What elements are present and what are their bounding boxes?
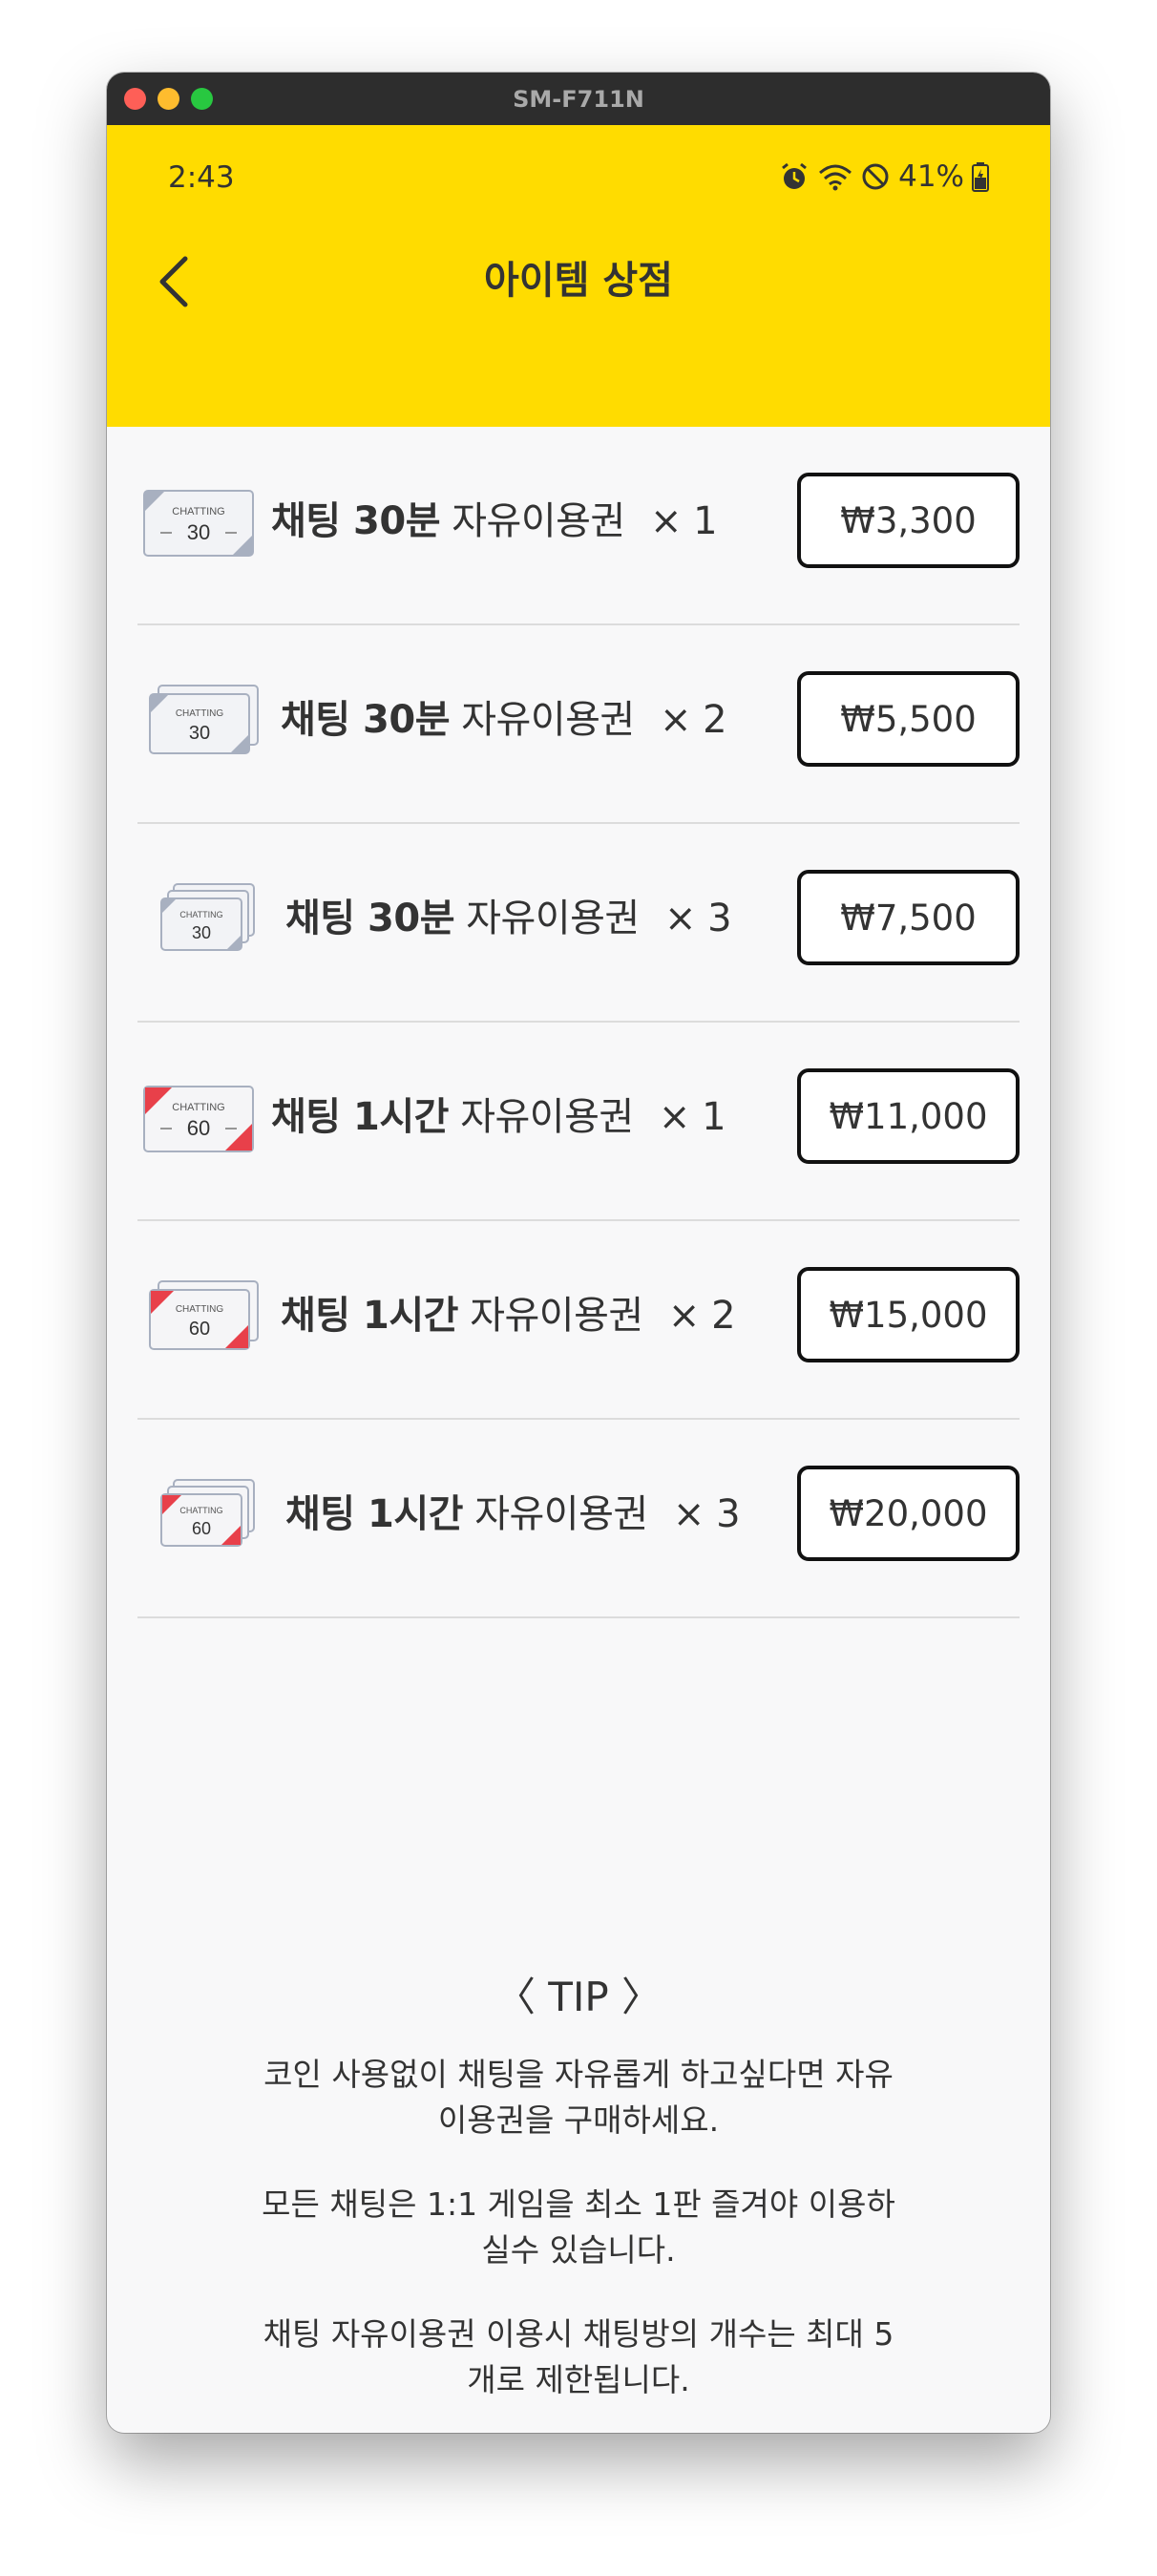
window-titlebar: SM-F711N xyxy=(107,73,1050,125)
ticket-icon: CHATTING 30 xyxy=(143,490,254,557)
do-not-disturb-icon xyxy=(862,163,889,190)
list-item: CHATTING 60 채팅 1시간 자유이용권 × 3 ₩20,000 xyxy=(137,1420,1020,1618)
item-quantity: × 2 xyxy=(667,1294,736,1338)
page-title: 아이템 상점 xyxy=(484,259,673,303)
item-name: 채팅 30분 자유이용권 × 3 xyxy=(285,887,732,942)
tip-section: 〈 TIP 〉 코인 사용없이 채팅을 자유롭게 하고싶다면 자유이용권을 구매… xyxy=(107,1965,1050,2433)
alarm-icon xyxy=(782,162,808,189)
ticket-number: 30 xyxy=(189,723,210,744)
list-item: CHATTING 30 채팅 30분 자유이용권 × 1 ₩3,300 xyxy=(137,427,1020,625)
ticket-label: CHATTING xyxy=(172,1102,224,1113)
item-quantity: × 1 xyxy=(649,499,718,543)
device-window: SM-F711N 2:43 41% 아이템 상점 CHATTING 30 채팅 … xyxy=(107,73,1050,2433)
list-item: CHATTING 30 채팅 30분 자유이용권 × 2 ₩5,500 xyxy=(137,625,1020,824)
ticket-icon: CHATTING 60 xyxy=(143,1086,254,1152)
item-name-bold: 채팅 1시간 xyxy=(285,1492,463,1536)
buy-button[interactable]: ₩11,000 xyxy=(797,1068,1020,1164)
item-name: 채팅 1시간 자유이용권 × 3 xyxy=(285,1483,741,1538)
ticket-icon: CHATTING 30 xyxy=(160,883,255,951)
buy-button[interactable]: ₩5,500 xyxy=(797,671,1020,767)
ticket-number: 60 xyxy=(187,1116,210,1140)
item-quantity: × 3 xyxy=(663,897,732,940)
item-quantity: × 3 xyxy=(672,1492,741,1536)
buy-button[interactable]: ₩7,500 xyxy=(797,870,1020,965)
ticket-icon: CHATTING 30 xyxy=(149,685,259,754)
item-name-rest: 자유이용권 xyxy=(466,897,640,940)
item-name: 채팅 1시간 자유이용권 × 1 xyxy=(271,1086,726,1141)
list-item: CHATTING 60 채팅 1시간 자유이용권 × 2 ₩15,000 xyxy=(137,1221,1020,1420)
ticket-label: CHATTING xyxy=(172,506,224,517)
item-name-bold: 채팅 30분 xyxy=(281,698,451,742)
tip-title: 〈 TIP 〉 xyxy=(494,1974,663,2020)
battery-percentage: 41% xyxy=(898,159,964,194)
ticket-label: CHATTING xyxy=(179,1506,222,1515)
item-name-bold: 채팅 30분 xyxy=(271,499,441,543)
tip-paragraph: 모든 채팅은 1:1 게임을 최소 1판 즐겨야 이용하실수 있습니다. xyxy=(262,2185,895,2269)
app-header: 2:43 41% 아이템 상점 xyxy=(107,125,1050,427)
buy-button[interactable]: ₩3,300 xyxy=(797,473,1020,568)
buy-button[interactable]: ₩15,000 xyxy=(797,1267,1020,1362)
wifi-icon xyxy=(819,164,852,191)
tip-paragraph: 채팅 자유이용권 이용시 채팅방의 개수는 최대 5개로 제한됩니다. xyxy=(263,2315,894,2398)
item-name-rest: 자유이용권 xyxy=(460,1095,634,1139)
item-name-bold: 채팅 1시간 xyxy=(271,1095,449,1139)
battery-charging-icon xyxy=(972,162,989,192)
item-quantity: × 2 xyxy=(659,698,727,742)
tip-paragraph: 코인 사용없이 채팅을 자유롭게 하고싶다면 자유이용권을 구매하세요. xyxy=(263,2056,894,2139)
ticket-label: CHATTING xyxy=(176,1304,224,1315)
ticket-number: 60 xyxy=(189,1319,210,1340)
item-name: 채팅 1시간 자유이용권 × 2 xyxy=(281,1284,736,1340)
ticket-label: CHATTING xyxy=(179,910,222,919)
ticket-icon: CHATTING 60 xyxy=(149,1280,259,1350)
status-icons: 41% xyxy=(778,158,989,196)
item-name-bold: 채팅 1시간 xyxy=(281,1294,458,1338)
item-name: 채팅 30분 자유이용권 × 1 xyxy=(271,490,718,545)
item-name-rest: 자유이용권 xyxy=(470,1294,643,1338)
list-item: CHATTING 30 채팅 30분 자유이용권 × 3 ₩7,500 xyxy=(137,824,1020,1023)
ticket-number: 60 xyxy=(192,1519,211,1538)
item-name: 채팅 30분 자유이용권 × 2 xyxy=(281,688,727,744)
item-name-rest: 자유이용권 xyxy=(474,1492,648,1536)
ticket-number: 30 xyxy=(192,923,211,942)
item-name-rest: 자유이용권 xyxy=(452,499,625,543)
ticket-icon: CHATTING 60 xyxy=(160,1479,255,1547)
status-time: 2:43 xyxy=(168,160,235,195)
item-list: CHATTING 30 채팅 30분 자유이용권 × 1 ₩3,300 CHAT… xyxy=(137,427,1020,1618)
item-name-rest: 자유이용권 xyxy=(461,698,635,742)
list-item: CHATTING 60 채팅 1시간 자유이용권 × 1 ₩11,000 xyxy=(137,1023,1020,1221)
ticket-number: 30 xyxy=(187,520,210,544)
ticket-label: CHATTING xyxy=(176,708,224,719)
item-name-bold: 채팅 30분 xyxy=(285,897,455,940)
item-quantity: × 1 xyxy=(658,1095,726,1139)
buy-button[interactable]: ₩20,000 xyxy=(797,1466,1020,1561)
window-title: SM-F711N xyxy=(513,86,644,113)
